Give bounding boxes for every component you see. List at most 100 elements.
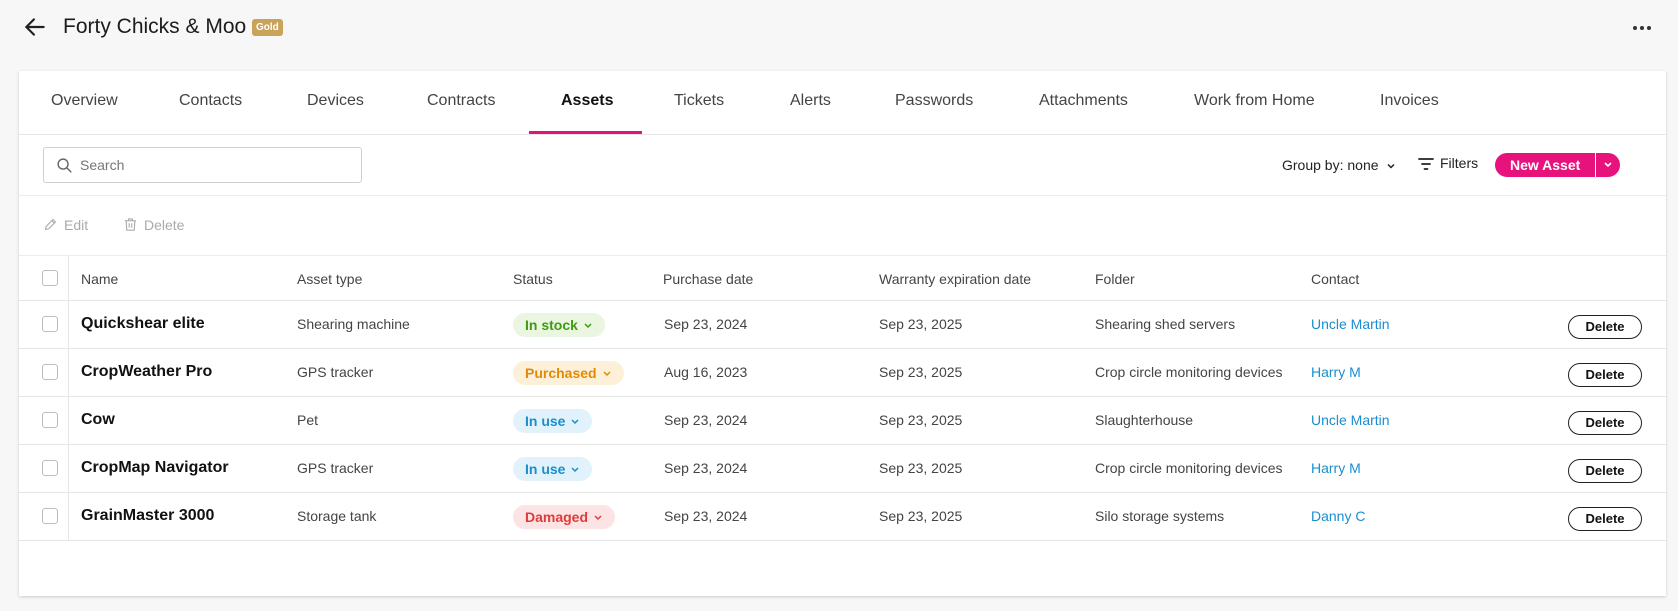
column-divider (68, 493, 69, 540)
search-input[interactable] (80, 148, 350, 182)
top-bar: Forty Chicks & Moo Gold (0, 0, 1678, 58)
tab-devices[interactable]: Devices (307, 71, 364, 135)
delete-button[interactable]: Delete (1568, 507, 1642, 531)
tab-work-from-home[interactable]: Work from Home (1194, 71, 1315, 135)
tab-passwords[interactable]: Passwords (895, 71, 973, 135)
asset-type: Storage tank (297, 508, 377, 524)
search-icon (57, 158, 72, 173)
folder-name: Silo storage systems (1095, 508, 1225, 524)
tab-attachments[interactable]: Attachments (1039, 71, 1128, 135)
back-arrow-icon[interactable] (22, 14, 48, 40)
column-header-folder[interactable]: Folder (1095, 271, 1135, 287)
warranty-date: Sep 23, 2025 (879, 316, 963, 332)
chevron-down-icon (571, 467, 579, 473)
column-divider (68, 445, 69, 492)
status-badge[interactable]: In stock (513, 313, 605, 337)
contact-link[interactable]: Uncle Martin (1311, 316, 1390, 332)
asset-name[interactable]: Quickshear elite (81, 315, 205, 333)
contact-link[interactable]: Harry M (1311, 460, 1361, 476)
main-card: Overview Contacts Devices Contracts Asse… (19, 71, 1666, 596)
page-title: Forty Chicks & Moo (63, 15, 247, 38)
contact-link[interactable]: Danny C (1311, 508, 1365, 524)
column-header-status[interactable]: Status (513, 271, 553, 287)
purchase-date: Sep 23, 2024 (664, 460, 748, 476)
row-checkbox[interactable] (42, 316, 58, 332)
delete-button[interactable]: Delete (1568, 459, 1642, 483)
tab-assets[interactable]: Assets (561, 71, 613, 135)
column-header-contact[interactable]: Contact (1311, 271, 1359, 287)
asset-name[interactable]: CropMap Navigator (81, 459, 229, 477)
purchase-date: Sep 23, 2024 (664, 508, 748, 524)
row-checkbox[interactable] (42, 460, 58, 476)
new-asset-dropdown-button[interactable] (1595, 153, 1620, 177)
table-row[interactable]: Quickshear elite Shearing machine In sto… (19, 301, 1666, 349)
folder-name: Crop circle monitoring devices (1095, 460, 1283, 476)
column-header-name[interactable]: Name (81, 271, 118, 287)
tab-contacts[interactable]: Contacts (179, 71, 242, 135)
tab-invoices[interactable]: Invoices (1380, 71, 1439, 135)
delete-button[interactable]: Delete (1568, 411, 1642, 435)
column-divider (68, 301, 69, 348)
warranty-date: Sep 23, 2025 (879, 364, 963, 380)
contact-link[interactable]: Uncle Martin (1311, 412, 1390, 428)
column-header-purchase-date[interactable]: Purchase date (663, 271, 753, 287)
chevron-down-icon (1604, 162, 1612, 168)
chevron-down-icon (1387, 164, 1395, 169)
status-badge[interactable]: In use (513, 409, 593, 433)
asset-type: GPS tracker (297, 460, 374, 476)
folder-name: Crop circle monitoring devices (1095, 364, 1283, 380)
new-asset-button[interactable]: New Asset (1495, 153, 1596, 177)
select-all-checkbox[interactable] (42, 270, 58, 286)
trash-icon (124, 218, 137, 231)
table-row[interactable]: CropMap Navigator GPS tracker In use Sep… (19, 445, 1666, 493)
table-row[interactable]: CropWeather Pro GPS tracker Purchased Au… (19, 349, 1666, 397)
tab-contracts[interactable]: Contracts (427, 71, 495, 135)
table-row[interactable]: Cow Pet In use Sep 23, 2024 Sep 23, 2025… (19, 397, 1666, 445)
tab-alerts[interactable]: Alerts (790, 71, 831, 135)
bulk-delete-button[interactable]: Delete (123, 217, 184, 233)
tab-bar: Overview Contacts Devices Contracts Asse… (19, 71, 1666, 135)
status-badge[interactable]: Damaged (513, 505, 616, 529)
asset-name[interactable]: Cow (81, 411, 115, 429)
active-tab-indicator (529, 131, 642, 134)
row-checkbox[interactable] (42, 412, 58, 428)
folder-name: Shearing shed servers (1095, 316, 1236, 332)
status-label: In use (525, 413, 566, 429)
column-divider (68, 397, 69, 444)
bulk-delete-label: Delete (144, 217, 185, 233)
asset-type: GPS tracker (297, 364, 374, 380)
search-box (43, 147, 362, 183)
status-badge[interactable]: Purchased (513, 361, 624, 385)
filters-button[interactable]: Filters (1418, 155, 1478, 171)
column-divider (68, 349, 69, 396)
status-label: Purchased (525, 365, 597, 381)
column-header-warranty-date[interactable]: Warranty expiration date (879, 271, 1031, 287)
filter-icon (1418, 158, 1434, 171)
chevron-down-icon (603, 371, 611, 377)
row-checkbox[interactable] (42, 364, 58, 380)
table-header: Name Asset type Status Purchase date War… (19, 256, 1666, 301)
edit-label: Edit (64, 217, 89, 233)
delete-button[interactable]: Delete (1568, 315, 1642, 339)
tab-overview[interactable]: Overview (51, 71, 118, 135)
group-by-dropdown[interactable]: Group by: none (1282, 157, 1396, 173)
column-header-asset-type[interactable]: Asset type (297, 271, 362, 287)
table-row[interactable]: GrainMaster 3000 Storage tank Damaged Se… (19, 493, 1666, 541)
folder-name: Slaughterhouse (1095, 412, 1194, 428)
edit-button[interactable]: Edit (43, 217, 88, 233)
asset-name[interactable]: CropWeather Pro (81, 363, 212, 381)
delete-button[interactable]: Delete (1568, 363, 1642, 387)
asset-type: Pet (297, 412, 319, 428)
more-options-icon[interactable] (1628, 14, 1656, 42)
tab-tickets[interactable]: Tickets (674, 71, 724, 135)
purchase-date: Sep 23, 2024 (664, 412, 748, 428)
toolbar: Group by: none Filters New Asset (19, 135, 1666, 196)
asset-name[interactable]: GrainMaster 3000 (81, 507, 214, 525)
tier-badge: Gold (252, 19, 283, 36)
contact-link[interactable]: Harry M (1311, 364, 1361, 380)
row-checkbox[interactable] (42, 508, 58, 524)
status-badge[interactable]: In use (513, 457, 593, 481)
table-body: Quickshear elite Shearing machine In sto… (19, 301, 1666, 541)
purchase-date: Sep 23, 2024 (664, 316, 748, 332)
chevron-down-icon (571, 419, 579, 425)
